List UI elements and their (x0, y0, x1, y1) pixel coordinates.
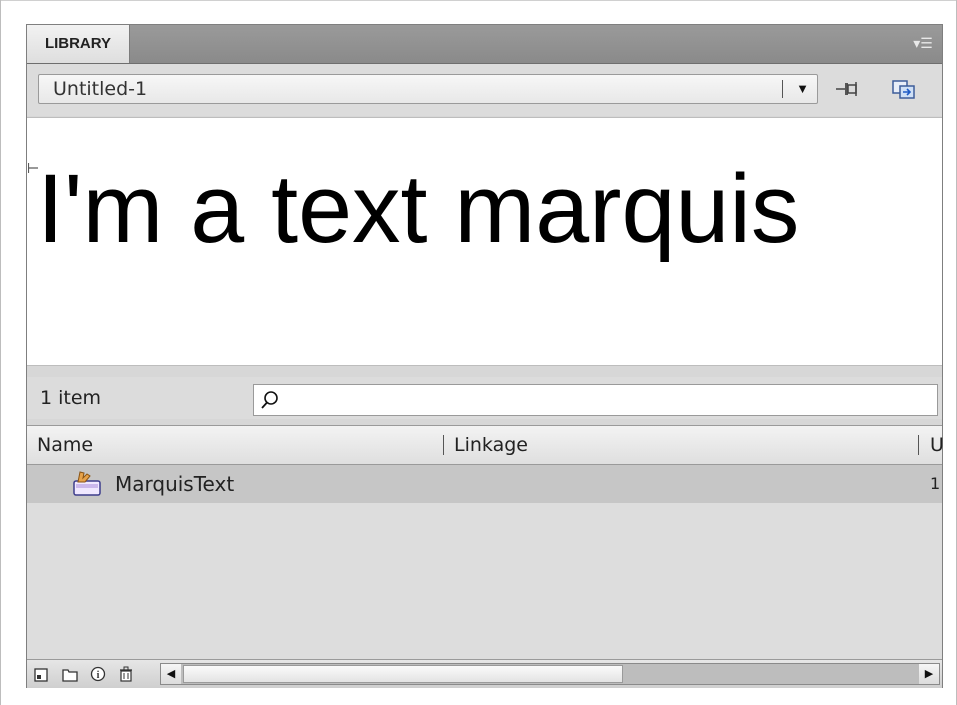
library-panel: LIBRARY ▾☰ Untitled-1 ▼ ⊢ I'm a text mar… (26, 24, 944, 688)
movie-clip-symbol-icon (73, 471, 101, 496)
library-tab[interactable]: LIBRARY (27, 25, 130, 63)
document-row: Untitled-1 ▼ (27, 64, 942, 116)
bottom-toolbar: i ◀ ▶ (27, 659, 942, 688)
scroll-right-button[interactable]: ▶ (919, 664, 939, 684)
document-select-value: Untitled-1 (53, 78, 148, 100)
list-item-use-count: 1 (930, 474, 941, 493)
scroll-left-button[interactable]: ◀ (161, 664, 181, 684)
scroll-thumb[interactable] (183, 665, 623, 683)
column-header-linkage[interactable]: Linkage (454, 426, 528, 464)
preview-text: I'm a text marquis (37, 154, 800, 263)
horizontal-scrollbar[interactable]: ◀ ▶ (160, 663, 940, 685)
item-count: 1 item (40, 387, 102, 409)
symbol-preview: ⊢ I'm a text marquis (27, 117, 942, 366)
page-border-left (0, 0, 1, 705)
svg-text:i: i (97, 670, 100, 681)
list-header: Name Linkage U (27, 426, 944, 465)
select-separator (782, 80, 783, 98)
pin-icon[interactable] (835, 78, 861, 100)
new-symbol-icon[interactable] (34, 666, 50, 682)
delete-icon[interactable] (118, 666, 134, 682)
column-separator[interactable] (918, 435, 919, 455)
new-folder-icon[interactable] (62, 666, 78, 682)
panel-tab-bar: LIBRARY ▾☰ (27, 25, 942, 64)
search-input[interactable] (253, 384, 938, 416)
search-row: 1 item (27, 377, 942, 419)
chevron-down-icon[interactable]: ▼ (796, 75, 809, 103)
properties-icon[interactable]: i (90, 666, 106, 682)
column-separator[interactable] (443, 435, 444, 455)
new-library-panel-icon[interactable] (891, 78, 917, 100)
search-icon (261, 391, 278, 409)
column-header-name[interactable]: Name (37, 426, 93, 464)
library-list: Name Linkage U MarquisText 1 (27, 425, 944, 660)
list-item[interactable]: MarquisText 1 (27, 465, 942, 503)
list-item-name: MarquisText (115, 472, 235, 496)
column-header-use-count[interactable]: U (930, 426, 944, 464)
panel-menu-icon[interactable]: ▾☰ (910, 33, 936, 53)
document-select[interactable]: Untitled-1 ▼ (38, 74, 818, 104)
page-border-top (0, 0, 957, 1)
